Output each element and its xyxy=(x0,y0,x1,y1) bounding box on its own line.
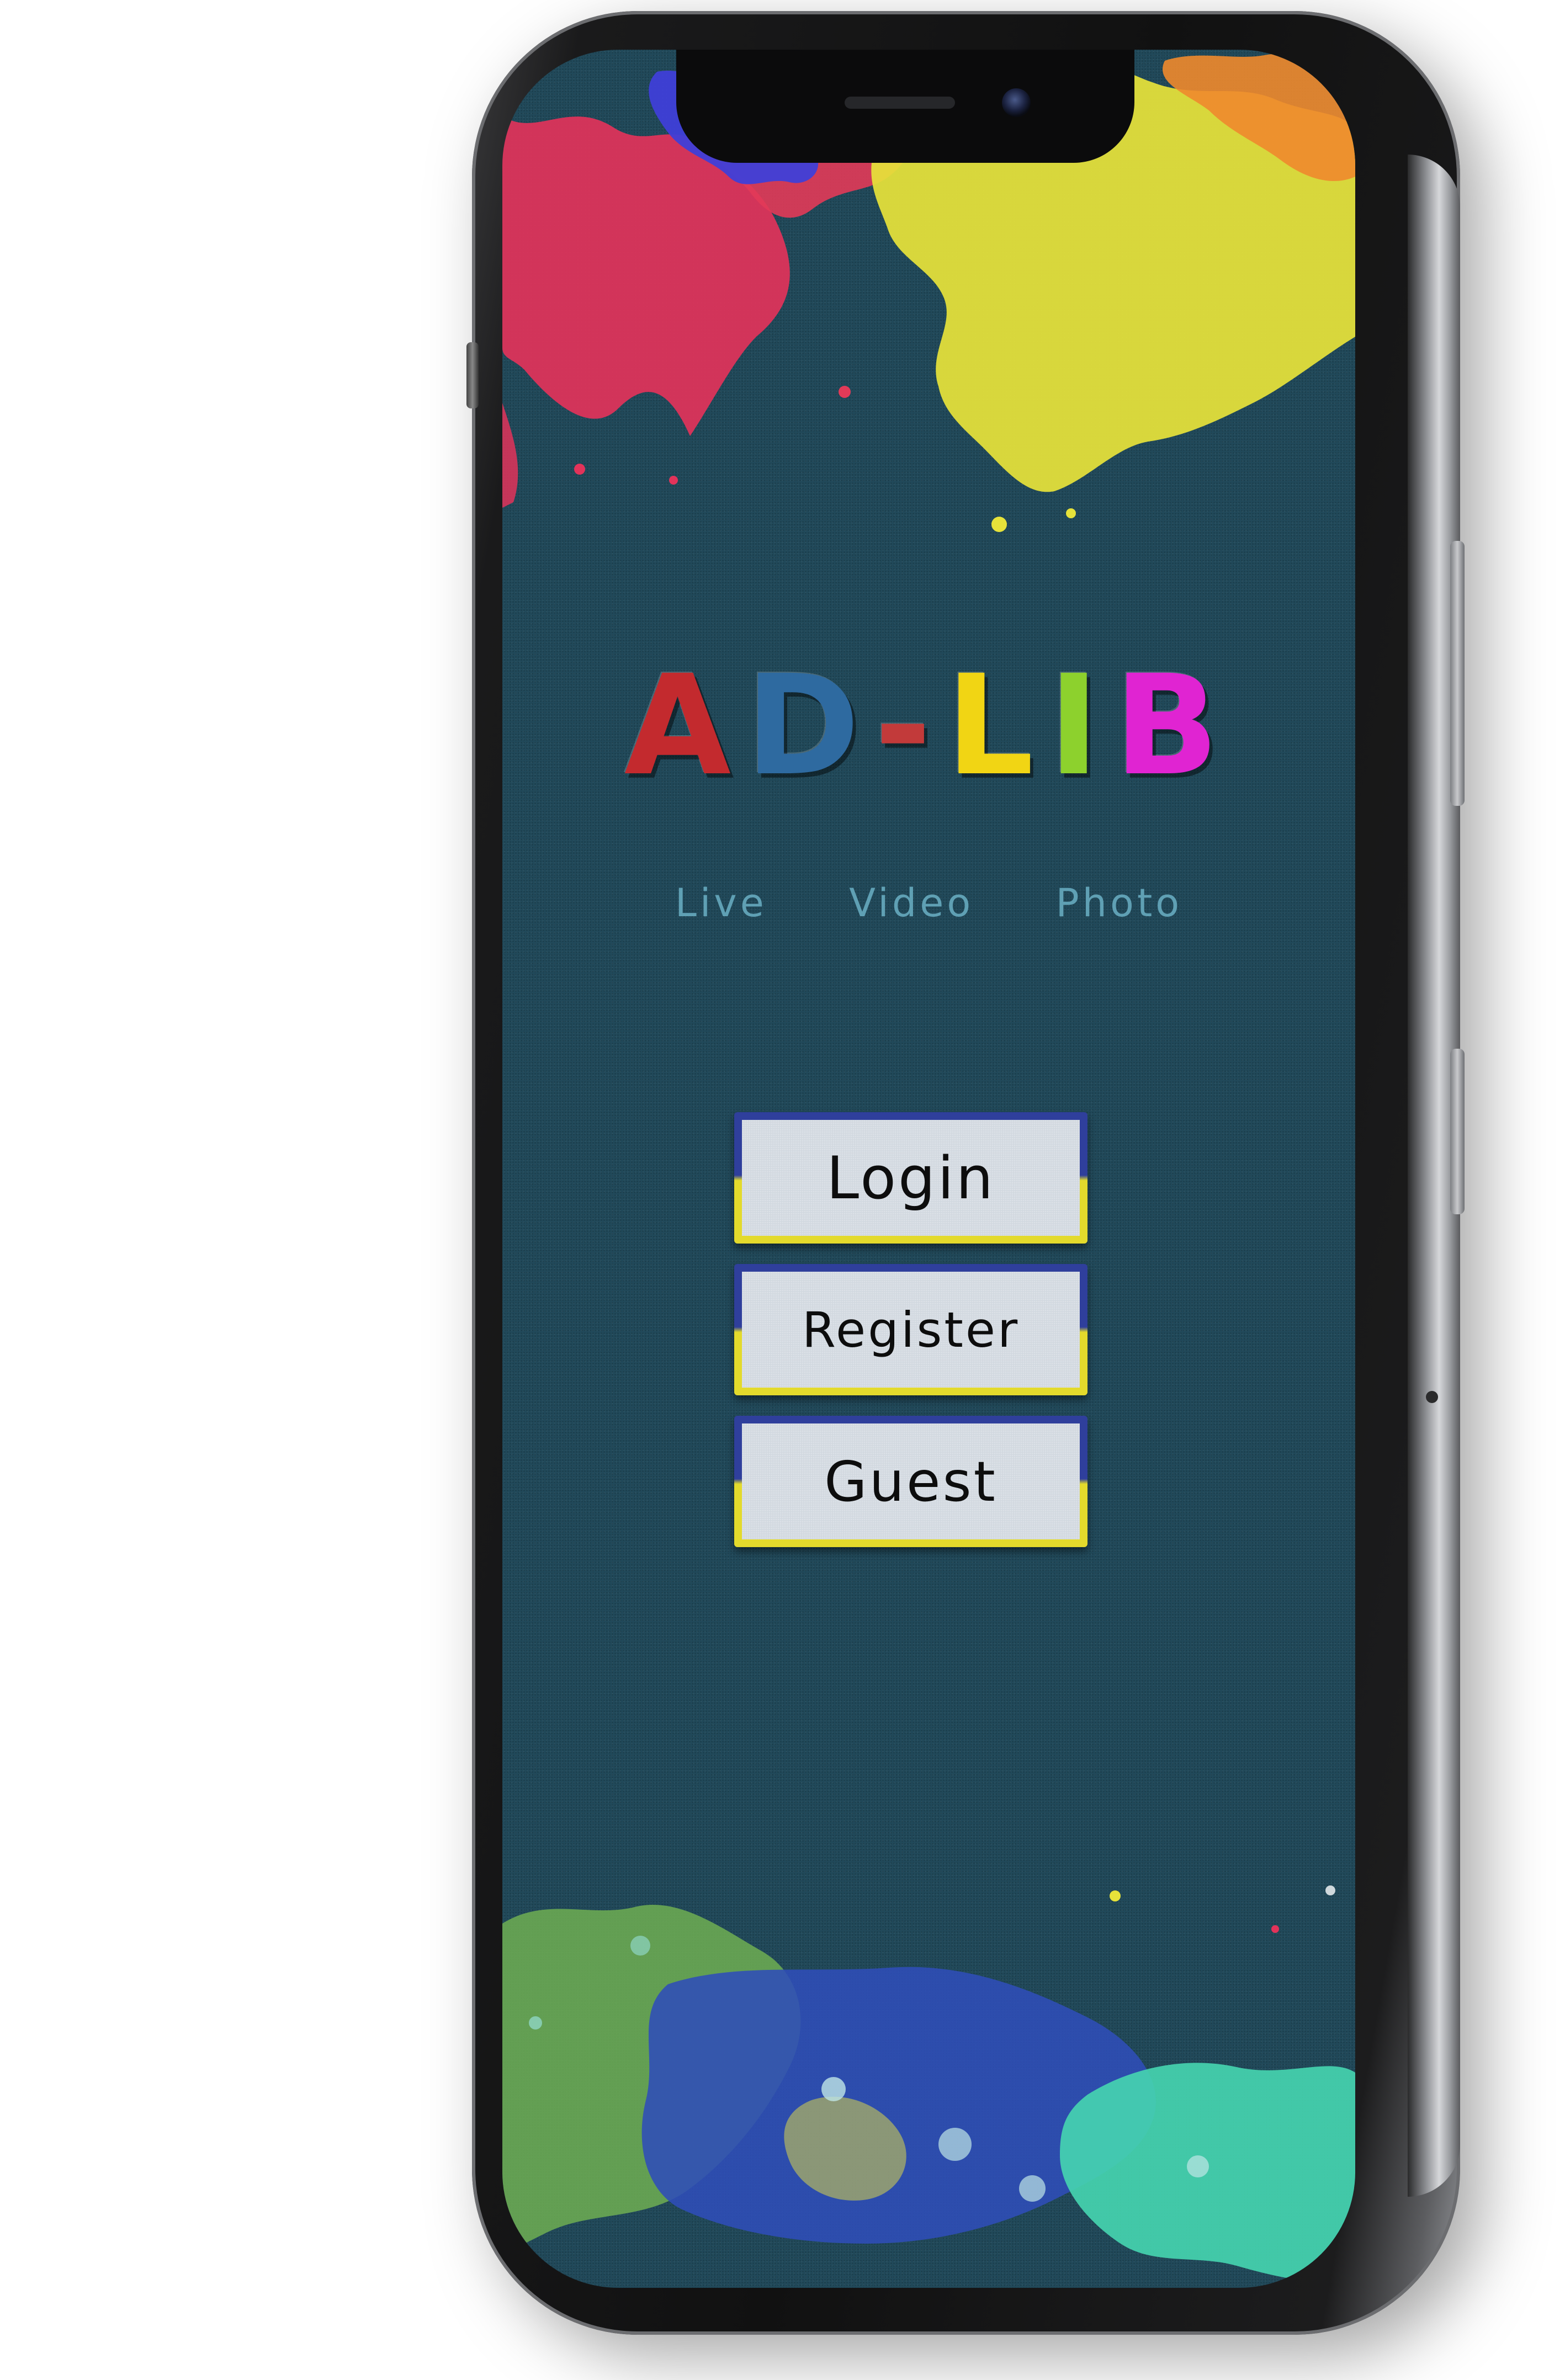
app-screen: AD-LIB Live Video Photo Login Register G… xyxy=(502,50,1355,2288)
earpiece-speaker xyxy=(845,97,955,109)
power-button xyxy=(1450,541,1465,806)
mode-video[interactable]: Video xyxy=(849,880,974,926)
guest-button-label: Guest xyxy=(742,1423,1080,1539)
paint-splash-bottom xyxy=(502,1885,1355,2282)
logo-letter: B xyxy=(1113,645,1234,806)
logo-letter: D xyxy=(745,645,874,806)
login-button[interactable]: Login xyxy=(734,1112,1087,1244)
mode-labels: Live Video Photo xyxy=(502,880,1355,926)
login-button-label: Login xyxy=(742,1120,1080,1236)
logo-letter: L xyxy=(946,645,1048,806)
logo-letter: A xyxy=(624,645,746,806)
front-camera-icon xyxy=(1002,88,1031,117)
mode-live[interactable]: Live xyxy=(675,880,767,926)
logo-letter: - xyxy=(874,645,946,806)
antenna-dot xyxy=(1426,1391,1438,1403)
side-button-lower xyxy=(1450,1049,1465,1214)
mode-photo[interactable]: Photo xyxy=(1055,880,1182,926)
volume-button xyxy=(466,342,479,408)
phone-side-rail xyxy=(1408,155,1465,2197)
register-button-label: Register xyxy=(742,1272,1080,1388)
camera-notch xyxy=(676,50,1134,163)
register-button[interactable]: Register xyxy=(734,1264,1087,1395)
guest-button[interactable]: Guest xyxy=(734,1416,1087,1547)
app-logo: AD-LIB xyxy=(502,657,1355,795)
logo-letter: I xyxy=(1048,645,1114,806)
